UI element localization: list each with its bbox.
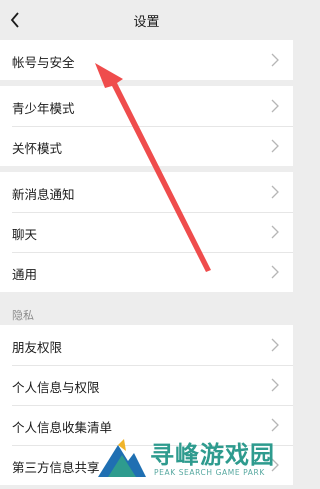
mountain-logo-icon — [98, 439, 146, 477]
settings-item-personal-info-permissions[interactable]: 个人信息与权限 — [0, 365, 293, 405]
settings-item-label: 个人信息与权限 — [12, 380, 100, 395]
settings-item-chat[interactable]: 聊天 — [0, 212, 293, 252]
settings-item-label: 新消息通知 — [12, 187, 75, 202]
chevron-right-icon — [271, 139, 279, 153]
settings-item-label: 关怀模式 — [12, 141, 63, 156]
settings-item-teen-mode[interactable]: 青少年模式 — [0, 86, 293, 126]
chevron-right-icon — [271, 53, 279, 67]
settings-item-general[interactable]: 通用 — [0, 252, 293, 292]
chevron-right-icon — [271, 265, 279, 279]
watermark-title: 寻峰游戏园 — [150, 441, 275, 469]
mode-group: 青少年模式 关怀模式 — [0, 86, 293, 166]
settings-item-account-security[interactable]: 帐号与安全 — [0, 40, 293, 80]
general-group: 新消息通知 聊天 通用 — [0, 172, 293, 292]
chevron-right-icon — [271, 338, 279, 352]
settings-item-label: 通用 — [12, 267, 38, 282]
chevron-right-icon — [271, 225, 279, 239]
settings-item-notifications[interactable]: 新消息通知 — [0, 172, 293, 212]
settings-item-label: 第三方信息共享 — [12, 460, 100, 475]
settings-item-label: 朋友权限 — [12, 340, 63, 355]
settings-item-label: 帐号与安全 — [12, 55, 75, 70]
watermark: 寻峰游戏园 PEAK SEARCH GAME PARK — [92, 431, 293, 489]
account-group: 帐号与安全 — [0, 40, 293, 80]
settings-item-label: 聊天 — [12, 227, 38, 242]
page-title: 设置 — [133, 15, 160, 30]
chevron-right-icon — [271, 378, 279, 392]
header-bar: 设置 — [0, 0, 293, 40]
chevron-right-icon — [271, 418, 279, 432]
settings-item-friend-permissions[interactable]: 朋友权限 — [0, 325, 293, 365]
privacy-section-label: 隐私 — [12, 309, 34, 322]
chevron-right-icon — [271, 185, 279, 199]
watermark-subtitle: PEAK SEARCH GAME PARK — [154, 468, 265, 477]
settings-item-care-mode[interactable]: 关怀模式 — [0, 126, 293, 166]
chevron-right-icon — [271, 99, 279, 113]
settings-item-label: 青少年模式 — [12, 101, 75, 116]
